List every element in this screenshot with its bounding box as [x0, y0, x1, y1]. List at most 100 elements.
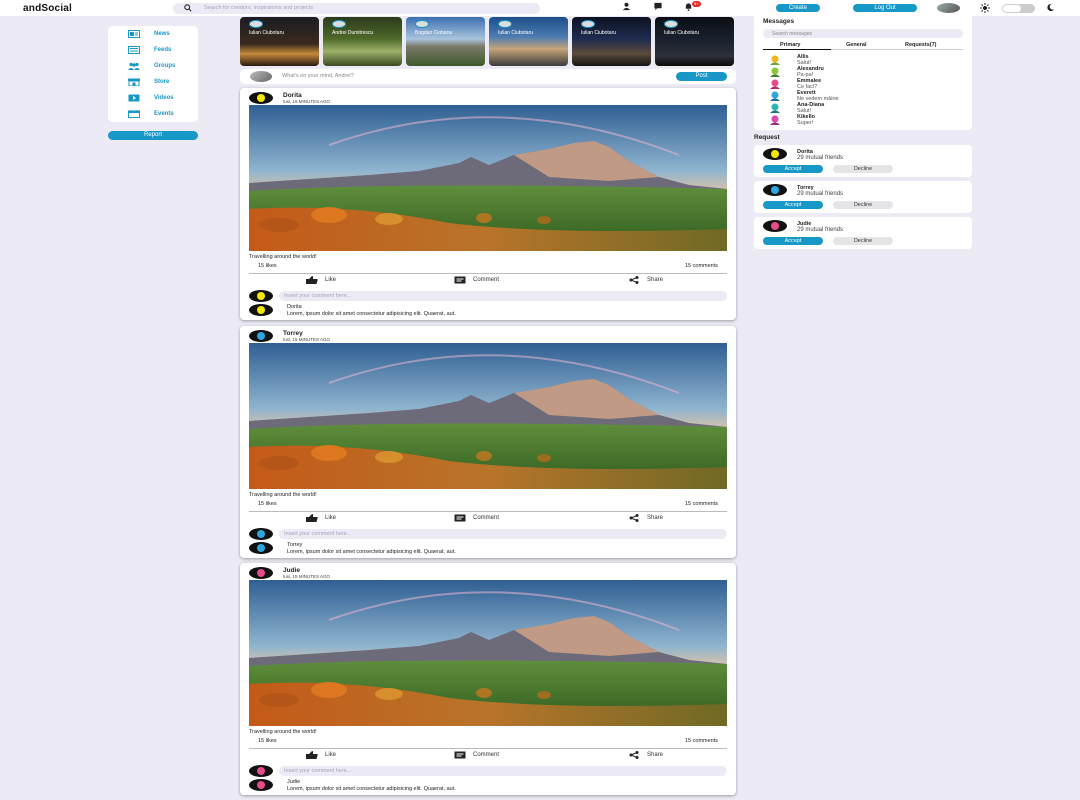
message-item[interactable]: Emmalee Ce faci? — [766, 78, 956, 90]
sidebar-item-feeds[interactable]: Feeds — [108, 45, 198, 57]
commenter-avatar — [249, 542, 273, 554]
accept-button[interactable]: Accept — [763, 165, 823, 173]
message-item[interactable]: Allis Salut! — [766, 54, 956, 66]
friend-request-card: Torrey 29 mutual friends Accept Decline — [754, 181, 972, 213]
chat-icon[interactable] — [653, 2, 663, 13]
feeds-icon — [128, 46, 140, 56]
message-item[interactable]: Kikello Super! — [766, 114, 956, 126]
comment-author[interactable]: Judie — [287, 779, 300, 785]
requester-avatar[interactable] — [763, 184, 787, 196]
post-image[interactable] — [249, 105, 727, 251]
story-card[interactable]: Iulian Ciubotaru — [572, 17, 651, 66]
sidebar-item-label: News — [154, 31, 170, 37]
author-avatar[interactable] — [249, 567, 273, 579]
commenter-avatar — [249, 528, 273, 540]
author-avatar[interactable] — [249, 330, 273, 342]
app-logo[interactable]: andSocial — [23, 3, 72, 14]
sidebar-item-store[interactable]: Store — [108, 77, 198, 89]
likes-count[interactable]: 15 likes — [258, 738, 277, 744]
create-button[interactable]: Create — [776, 4, 820, 12]
story-card[interactable]: Andrei Dumitrescu — [323, 17, 402, 66]
story-avatar — [581, 20, 595, 28]
tab-general[interactable]: General — [846, 42, 866, 48]
decline-button[interactable]: Decline — [833, 237, 893, 245]
post-author[interactable]: Judie — [283, 567, 300, 574]
notification-badge: 9+ — [692, 1, 701, 7]
story-avatar — [498, 20, 512, 28]
user-avatar — [250, 71, 272, 82]
comment: Judie Lorem, ipsum dolor sit amet consec… — [249, 779, 727, 792]
story-card[interactable]: Iulian Ciubotaru — [240, 17, 319, 66]
divider — [249, 511, 727, 512]
user-avatar[interactable] — [937, 3, 960, 13]
profile-icon[interactable] — [622, 2, 631, 13]
sun-icon[interactable] — [980, 3, 990, 15]
feed-post: Judie tusi, 15 MINUTES AGO Travelling ar… — [240, 563, 736, 795]
sidebar-item-news[interactable]: News — [108, 29, 198, 41]
story-name: Iulian Ciubotaru — [581, 30, 617, 36]
post-author[interactable]: Torrey — [283, 330, 303, 337]
post-image[interactable] — [249, 580, 727, 726]
comment-input-row: Insert your comment here... — [249, 765, 727, 777]
decline-button[interactable]: Decline — [833, 201, 893, 209]
requester-avatar[interactable] — [763, 148, 787, 160]
likes-count[interactable]: 15 likes — [258, 263, 277, 269]
post-image[interactable] — [249, 343, 727, 489]
comment-icon — [454, 514, 466, 524]
story-card[interactable]: Iulian Ciubotaru — [489, 17, 568, 66]
decline-button[interactable]: Decline — [833, 165, 893, 173]
comment-input-row: Insert your comment here... — [249, 290, 727, 302]
sidebar-item-groups[interactable]: Groups — [108, 61, 198, 73]
requester-avatar[interactable] — [763, 220, 787, 232]
sidebar-item-label: Feeds — [154, 47, 172, 53]
videos-icon — [128, 94, 140, 104]
store-icon — [128, 78, 140, 88]
comment-text: Lorem, ipsum dolor sit amet consectetur … — [287, 311, 456, 317]
feed-post: Torrey tusi, 15 MINUTES AGO Travelling a… — [240, 326, 736, 558]
sidebar-item-events[interactable]: Events — [108, 109, 198, 121]
moon-icon[interactable] — [1046, 3, 1055, 14]
author-avatar[interactable] — [249, 92, 273, 104]
comments-count[interactable]: 15 comments — [685, 501, 718, 507]
sidebar-item-videos[interactable]: Videos — [108, 93, 198, 105]
comments-count[interactable]: 15 comments — [685, 738, 718, 744]
post-author[interactable]: Dorita — [283, 92, 302, 99]
comment-input[interactable]: Insert your comment here... — [279, 291, 727, 301]
comment-author[interactable]: Torrey — [287, 542, 302, 548]
accept-button[interactable]: Accept — [763, 201, 823, 209]
comment-text: Lorem, ipsum dolor sit amet consectetur … — [287, 786, 456, 792]
message-item[interactable]: Everett Ne vedem mâine — [766, 90, 956, 102]
accept-button[interactable]: Accept — [763, 237, 823, 245]
story-name: Andrei Dumitrescu — [332, 30, 374, 36]
composer-input[interactable]: What's on your mind, Andrei? — [282, 73, 354, 79]
post-time: tusi, 15 MINUTES AGO — [283, 99, 331, 104]
mutual-friends: 29 mutual friends — [797, 191, 844, 197]
comment-icon — [454, 751, 466, 761]
search-placeholder: Search for creators, inspirations and pr… — [204, 5, 314, 11]
post-time: tusi, 15 MINUTES AGO — [283, 337, 331, 342]
comments-count[interactable]: 15 comments — [685, 263, 718, 269]
messages-search-input[interactable]: Search messages — [763, 29, 963, 38]
tab-primary[interactable]: Primary — [780, 42, 801, 48]
logout-button[interactable]: Log Out — [853, 4, 917, 12]
likes-count[interactable]: 15 likes — [258, 501, 277, 507]
comment-author[interactable]: Dorita — [287, 304, 302, 310]
message-item[interactable]: Alexandru Pa-pa! — [766, 66, 956, 78]
post-button[interactable]: Post — [676, 72, 727, 81]
comment-input[interactable]: Insert your comment here... — [279, 529, 727, 539]
events-icon — [128, 110, 140, 120]
contact-avatar — [770, 67, 780, 77]
left-sidebar: News Feeds Groups Store Videos Events — [108, 26, 198, 122]
search-icon — [184, 4, 192, 14]
story-card[interactable]: Iulian Ciubotaru — [655, 17, 734, 66]
theme-toggle[interactable] — [1002, 4, 1035, 13]
story-card[interactable]: Bogdan Ciobanu — [406, 17, 485, 66]
tab-requests[interactable]: Requests(7) — [905, 42, 936, 48]
search-bar[interactable]: Search for creators, inspirations and pr… — [173, 3, 540, 14]
message-item[interactable]: Ana-Diana Salut! — [766, 102, 956, 114]
report-button[interactable]: Report — [108, 131, 198, 140]
mutual-friends: 29 mutual friends — [797, 227, 844, 233]
comment-input[interactable]: Insert your comment here... — [279, 766, 727, 776]
sidebar-item-label: Store — [154, 79, 170, 85]
post-caption: Travelling around the world! — [249, 729, 317, 735]
